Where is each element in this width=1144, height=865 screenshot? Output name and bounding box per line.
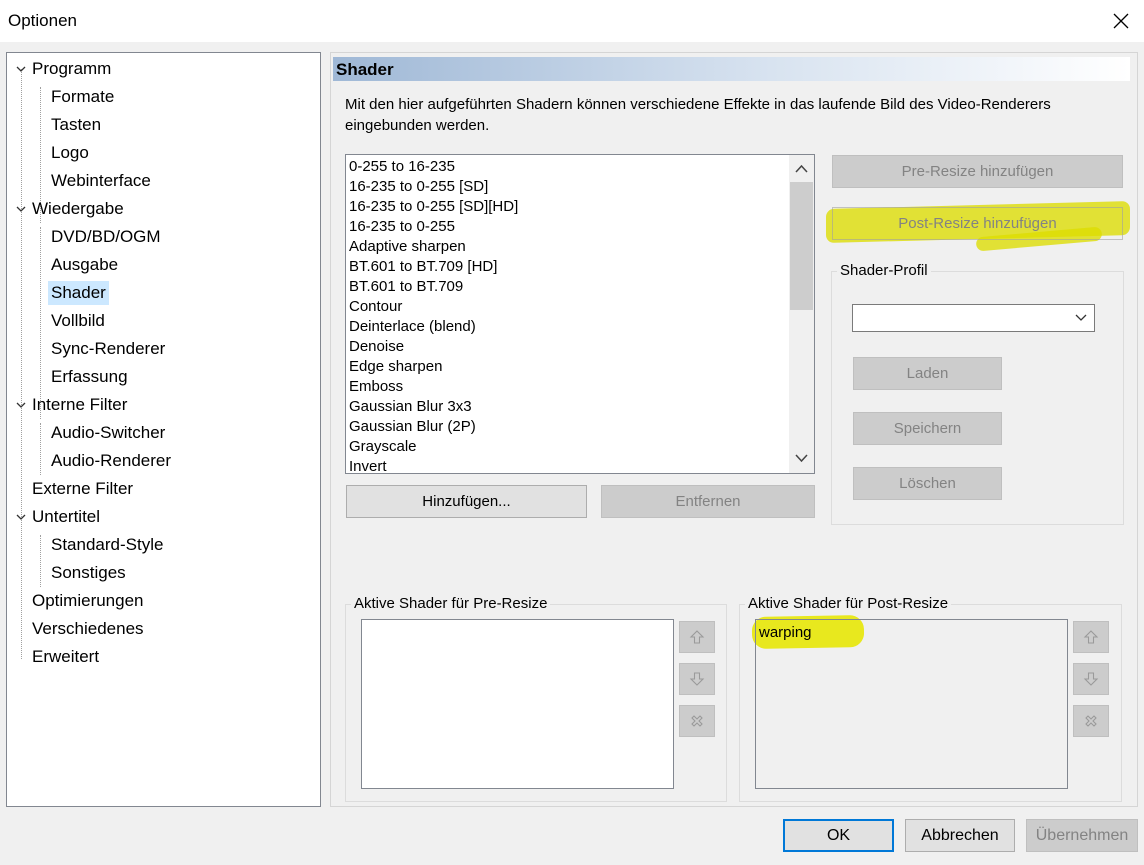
page-description: Mit den hier aufgeführten Shadern können… bbox=[345, 94, 1115, 136]
title-bar: Optionen bbox=[0, 0, 1144, 42]
list-item[interactable]: 16-235 to 0-255 [SD] bbox=[349, 177, 488, 197]
list-item[interactable]: Denoise bbox=[349, 337, 404, 357]
list-item[interactable]: Adaptive sharpen bbox=[349, 237, 466, 257]
pre-resize-list[interactable] bbox=[361, 619, 674, 789]
list-item[interactable]: 16-235 to 0-255 [SD][HD] bbox=[349, 197, 518, 217]
tree-item-externe-filter[interactable]: Externe Filter bbox=[29, 477, 136, 501]
page-header: Shader bbox=[333, 57, 1130, 81]
save-profile-button[interactable]: Speichern bbox=[853, 412, 1002, 445]
tree-connector bbox=[21, 69, 22, 659]
arrow-up-icon bbox=[689, 630, 705, 644]
list-item[interactable]: Grayscale bbox=[349, 437, 417, 457]
list-item[interactable]: 0-255 to 16-235 bbox=[349, 157, 455, 177]
arrow-down-icon bbox=[689, 672, 705, 686]
remove-active-button[interactable] bbox=[679, 705, 715, 737]
list-item[interactable]: Edge sharpen bbox=[349, 357, 442, 377]
page-title: Shader bbox=[336, 60, 394, 79]
description-line: eingebunden werden. bbox=[345, 117, 490, 134]
tree-item-verschiedenes[interactable]: Verschiedenes bbox=[29, 617, 147, 641]
post-resize-label: Aktive Shader für Post-Resize bbox=[745, 595, 952, 613]
tree-connector bbox=[40, 535, 41, 587]
tree-item-sonstiges[interactable]: Sonstiges bbox=[48, 561, 129, 585]
remove-active-button[interactable] bbox=[1073, 705, 1109, 737]
close-icon bbox=[1113, 13, 1129, 29]
list-item[interactable]: warping bbox=[759, 623, 812, 643]
tree-item-sync-renderer[interactable]: Sync-Renderer bbox=[48, 337, 168, 361]
shader-list[interactable]: 0-255 to 16-235 16-235 to 0-255 [SD] 16-… bbox=[345, 154, 815, 474]
tree-item-programm[interactable]: Programm bbox=[29, 57, 114, 81]
tree-item-optimierungen[interactable]: Optimierungen bbox=[29, 589, 147, 613]
pre-resize-label: Aktive Shader für Pre-Resize bbox=[351, 595, 551, 613]
list-item[interactable]: BT.601 to BT.709 bbox=[349, 277, 463, 297]
tree-connector bbox=[40, 423, 41, 475]
add-shader-button[interactable]: Hinzufügen... bbox=[346, 485, 587, 518]
tree-item-wiedergabe[interactable]: Wiedergabe bbox=[29, 197, 127, 221]
arrow-up-icon bbox=[1083, 630, 1099, 644]
load-profile-button[interactable]: Laden bbox=[853, 357, 1002, 390]
ok-button[interactable]: OK bbox=[783, 819, 894, 852]
tree-item-untertitel[interactable]: Untertitel bbox=[29, 505, 103, 529]
tree-item-dvd-bd-ogm[interactable]: DVD/BD/OGM bbox=[48, 225, 164, 249]
tree-connector bbox=[40, 227, 41, 419]
apply-button[interactable]: Übernehmen bbox=[1026, 819, 1138, 852]
tree-item-shader[interactable]: Shader bbox=[48, 281, 109, 305]
list-item[interactable]: BT.601 to BT.709 [HD] bbox=[349, 257, 497, 277]
delete-x-icon bbox=[691, 715, 703, 727]
tree-item-interne-filter[interactable]: Interne Filter bbox=[29, 393, 130, 417]
cancel-button[interactable]: Abbrechen bbox=[905, 819, 1015, 852]
tree-item-logo[interactable]: Logo bbox=[48, 141, 92, 165]
delete-profile-button[interactable]: Löschen bbox=[853, 467, 1002, 500]
tree-item-audio-switcher[interactable]: Audio-Switcher bbox=[48, 421, 168, 445]
options-tree[interactable]: Programm Formate Tasten Logo Webinterfac… bbox=[6, 52, 321, 807]
arrow-down-icon bbox=[1083, 672, 1099, 686]
tree-item-erweitert[interactable]: Erweitert bbox=[29, 645, 102, 669]
tree-item-erfassung[interactable]: Erfassung bbox=[48, 365, 131, 389]
scroll-down-icon[interactable] bbox=[795, 454, 808, 463]
list-item[interactable]: 16-235 to 0-255 bbox=[349, 217, 455, 237]
move-down-button[interactable] bbox=[679, 663, 715, 695]
tree-item-standard-style[interactable]: Standard-Style bbox=[48, 533, 166, 557]
tree-item-tasten[interactable]: Tasten bbox=[48, 113, 104, 137]
list-item[interactable]: Invert bbox=[349, 457, 387, 473]
list-item[interactable]: Emboss bbox=[349, 377, 403, 397]
list-item[interactable]: Deinterlace (blend) bbox=[349, 317, 476, 337]
shader-profile-label: Shader-Profil bbox=[837, 262, 931, 280]
pre-resize-add-button[interactable]: Pre-Resize hinzufügen bbox=[832, 155, 1123, 188]
chevron-down-icon[interactable] bbox=[15, 399, 27, 411]
move-up-button[interactable] bbox=[1073, 621, 1109, 653]
post-resize-add-button[interactable]: Post-Resize hinzufügen bbox=[832, 207, 1123, 240]
chevron-down-icon[interactable] bbox=[15, 511, 27, 523]
move-down-button[interactable] bbox=[1073, 663, 1109, 695]
move-up-button[interactable] bbox=[679, 621, 715, 653]
chevron-down-icon[interactable] bbox=[15, 203, 27, 215]
delete-x-icon bbox=[1085, 715, 1097, 727]
tree-item-audio-renderer[interactable]: Audio-Renderer bbox=[48, 449, 174, 473]
tree-item-vollbild[interactable]: Vollbild bbox=[48, 309, 108, 333]
close-button[interactable] bbox=[1104, 4, 1138, 38]
post-resize-list[interactable]: warping bbox=[755, 619, 1068, 789]
shader-profile-select[interactable] bbox=[852, 304, 1095, 332]
chevron-down-icon[interactable] bbox=[15, 63, 27, 75]
list-item[interactable]: Gaussian Blur 3x3 bbox=[349, 397, 472, 417]
list-item[interactable]: Contour bbox=[349, 297, 402, 317]
remove-shader-button[interactable]: Entfernen bbox=[601, 485, 815, 518]
chevron-down-icon bbox=[1075, 314, 1087, 321]
window-title: Optionen bbox=[8, 11, 77, 30]
scroll-up-icon[interactable] bbox=[795, 164, 808, 173]
scrollbar-thumb[interactable] bbox=[790, 182, 813, 310]
list-item[interactable]: Gaussian Blur (2P) bbox=[349, 417, 476, 437]
tree-item-ausgabe[interactable]: Ausgabe bbox=[48, 253, 121, 277]
description-line: Mit den hier aufgeführten Shadern können… bbox=[345, 96, 1051, 113]
tree-item-webinterface[interactable]: Webinterface bbox=[48, 169, 154, 193]
tree-item-formate[interactable]: Formate bbox=[48, 85, 117, 109]
